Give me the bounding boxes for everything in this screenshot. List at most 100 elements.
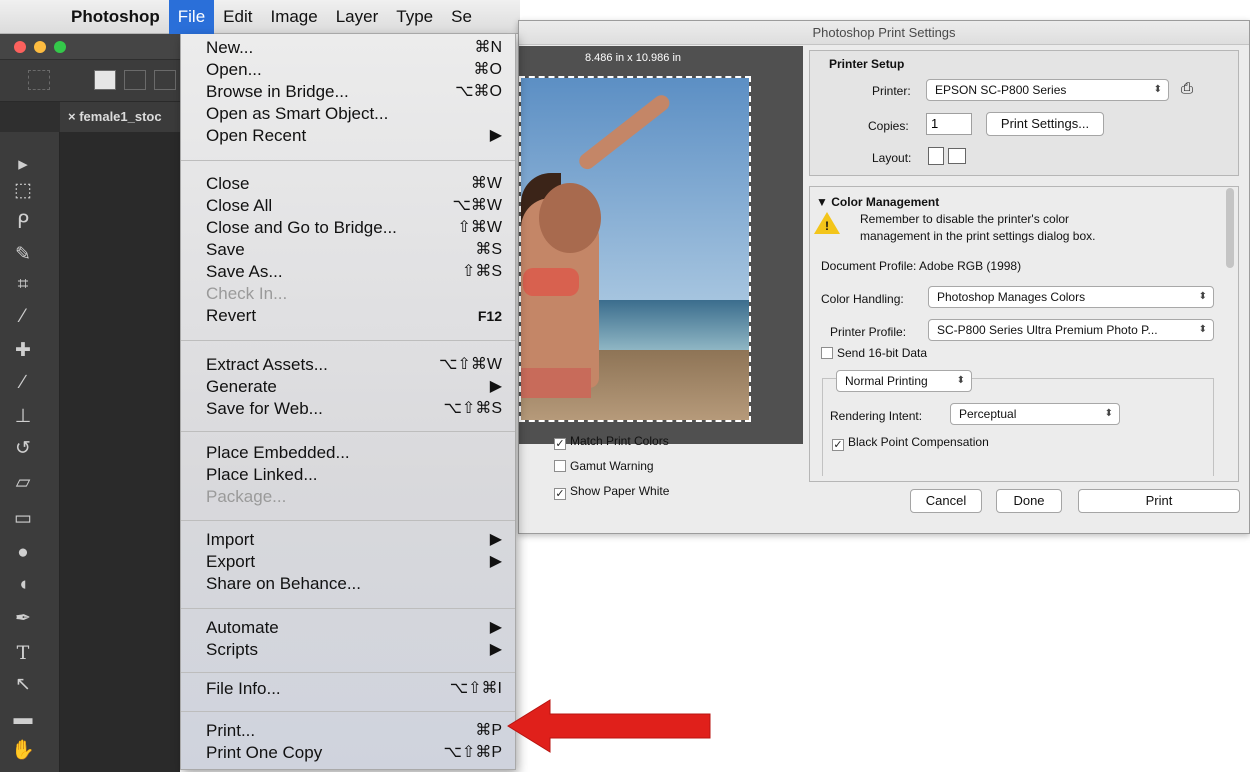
mac-menubar: Photoshop File Edit Image Layer Type Se [0,0,520,34]
menu-item-open-smart-object[interactable]: Open as Smart Object... [206,103,506,125]
printer-add-icon[interactable]: ⎙ [1181,80,1193,97]
eraser-icon[interactable]: ▱ [10,470,36,496]
color-management-heading[interactable]: ▼ Color Management [816,195,939,209]
menu-item-save-for-web[interactable]: Save for Web... ⌥⇧⌘S [206,398,506,420]
copies-input[interactable]: 1 [926,113,972,135]
menu-item-import[interactable]: Import ▶ [206,529,506,551]
document-tab[interactable]: × female1_stoc [60,102,180,132]
printer-select[interactable]: EPSON SC-P800 Series ⬍ [926,79,1169,101]
done-button[interactable]: Done [996,489,1062,513]
print-preview: 8.486 in x 10.986 in [519,46,803,444]
add-selection-icon[interactable] [124,70,146,90]
subtract-selection-icon[interactable] [154,70,176,90]
submenu-arrow-icon: ▶ [489,127,502,144]
menu-file[interactable]: File [168,0,215,34]
menu-item-close-bridge[interactable]: Close and Go to Bridge... ⇧⌘W [206,217,506,239]
pen-tool-icon[interactable]: ✒ [10,606,36,632]
portrait-layout-icon[interactable] [928,147,944,165]
menu-item-scripts[interactable]: Scripts ▶ [206,639,506,661]
disclosure-triangle-icon[interactable]: ▼ [816,195,828,209]
print-settings-button[interactable]: Print Settings... [986,112,1104,136]
lasso-tool-icon[interactable]: ᑭ [10,210,36,236]
menu-item-browse-bridge[interactable]: Browse in Bridge... ⌥⌘O [206,81,506,103]
move-tool-icon[interactable]: ▸ [10,152,36,178]
rectangle-tool-icon[interactable]: ▬ [10,706,36,732]
red-arrow-icon [507,699,711,753]
type-tool-icon[interactable]: T [10,640,36,666]
rendering-intent-select[interactable]: Perceptual ⬍ [950,403,1120,425]
hand-tool-icon[interactable]: ✋ [10,738,36,764]
cancel-button[interactable]: Cancel [910,489,982,513]
print-button[interactable]: Print [1078,489,1240,513]
checkbox-box[interactable] [821,347,833,359]
menu-item-save[interactable]: Save ⌘S [206,239,506,261]
path-select-icon[interactable]: ↖ [10,672,36,698]
menu-item-extract-assets[interactable]: Extract Assets... ⌥⇧⌘W [206,354,506,376]
preview-image[interactable] [519,76,751,422]
file-menu: New... ⌘N Open... ⌘O Browse in Bridge... ⌥⌘… [180,34,516,770]
eyedropper-icon[interactable]: ⁄ [10,304,36,330]
marquee-options-icon[interactable] [28,70,50,90]
paper-size-label: 8.486 in x 10.986 in [584,52,682,64]
menu-item-close-all[interactable]: Close All ⌥⌘W [206,195,506,217]
minimize-window-button[interactable] [34,41,46,53]
tools-panel: ▸ ⬚ ᑭ ✎ ⌗ ⁄ ✚ ∕ ⊥ ↺ ▱ ▭ ● ◖ ✒ T ↖ ▬ ✋ [0,132,60,772]
new-selection-icon[interactable] [94,70,116,90]
copies-label: Copies: [868,119,909,133]
checkbox-box[interactable]: ✓ [554,438,566,450]
menu-edit[interactable]: Edit [214,0,261,34]
menu-item-automate[interactable]: Automate ▶ [206,617,506,639]
submenu-arrow-icon: ▶ [489,641,502,658]
menu-type[interactable]: Type [387,0,442,34]
document-profile: Document Profile: Adobe RGB (1998) [821,259,1022,273]
close-window-button[interactable] [14,41,26,53]
menu-item-file-info[interactable]: File Info... ⌥⇧⌘I [206,678,506,700]
menu-item-open[interactable]: Open... ⌘O [206,59,506,81]
printer-profile-select[interactable]: SC-P800 Series Ultra Premium Photo P... ⬍ [928,319,1214,341]
show-paper-white-checkbox[interactable]: ✓ Show Paper White [554,483,669,500]
menu-photoshop[interactable]: Photoshop [62,0,169,34]
zoom-window-button[interactable] [54,41,66,53]
history-brush-icon[interactable]: ↺ [10,436,36,462]
send-16bit-checkbox[interactable]: Send 16-bit Data [821,345,927,361]
checkbox-box[interactable] [554,460,566,472]
checkbox-box[interactable]: ✓ [832,439,844,451]
menu-item-generate[interactable]: Generate ▶ [206,376,506,398]
menu-item-save-as[interactable]: Save As... ⇧⌘S [206,261,506,283]
brush-tool-icon[interactable]: ∕ [10,370,36,396]
black-point-checkbox[interactable]: ✓ Black Point Compensation [832,434,989,451]
menu-item-close[interactable]: Close ⌘W [206,173,506,195]
match-print-colors-checkbox[interactable]: ✓ Match Print Colors [554,433,669,450]
gamut-warning-checkbox[interactable]: Gamut Warning [554,458,654,474]
menu-item-share-behance[interactable]: Share on Behance... [206,573,506,595]
menu-item-revert[interactable]: Revert F12 [206,305,506,327]
checkbox-box[interactable]: ✓ [554,488,566,500]
blur-icon[interactable]: ● [10,540,36,566]
color-handling-select[interactable]: Photoshop Manages Colors ⬍ [928,286,1214,308]
dialog-scrollbar[interactable] [1226,188,1234,268]
gradient-icon[interactable]: ▭ [10,506,36,532]
quick-select-icon[interactable]: ✎ [10,242,36,268]
menu-image[interactable]: Image [261,0,326,34]
menu-item-place-embedded[interactable]: Place Embedded... [206,442,506,464]
menu-item-export[interactable]: Export ▶ [206,551,506,573]
marquee-tool-icon[interactable]: ⬚ [10,178,36,204]
submenu-arrow-icon: ▶ [489,553,502,570]
menu-item-new[interactable]: New... ⌘N [206,37,506,59]
menu-item-print[interactable]: Print... ⌘P [206,720,506,742]
menu-item-place-linked[interactable]: Place Linked... [206,464,506,486]
warning-exclamation-icon: ! [825,219,829,233]
crop-tool-icon[interactable]: ⌗ [10,272,36,298]
menu-separator [181,520,515,521]
stamp-tool-icon[interactable]: ⊥ [10,404,36,430]
healing-brush-icon[interactable]: ✚ [10,338,36,364]
normal-printing-select[interactable]: Normal Printing ⬍ [836,370,972,392]
menu-select[interactable]: Se [442,0,481,34]
menu-item-print-one-copy[interactable]: Print One Copy ⌥⇧⌘P [206,742,506,764]
menu-layer[interactable]: Layer [327,0,388,34]
color-handling-label: Color Handling: [821,292,904,306]
menu-item-open-recent[interactable]: Open Recent ▶ [206,125,506,147]
dodge-icon[interactable]: ◖ [10,572,36,598]
tab-close-icon[interactable]: × [68,109,76,124]
landscape-layout-icon[interactable] [948,148,966,164]
